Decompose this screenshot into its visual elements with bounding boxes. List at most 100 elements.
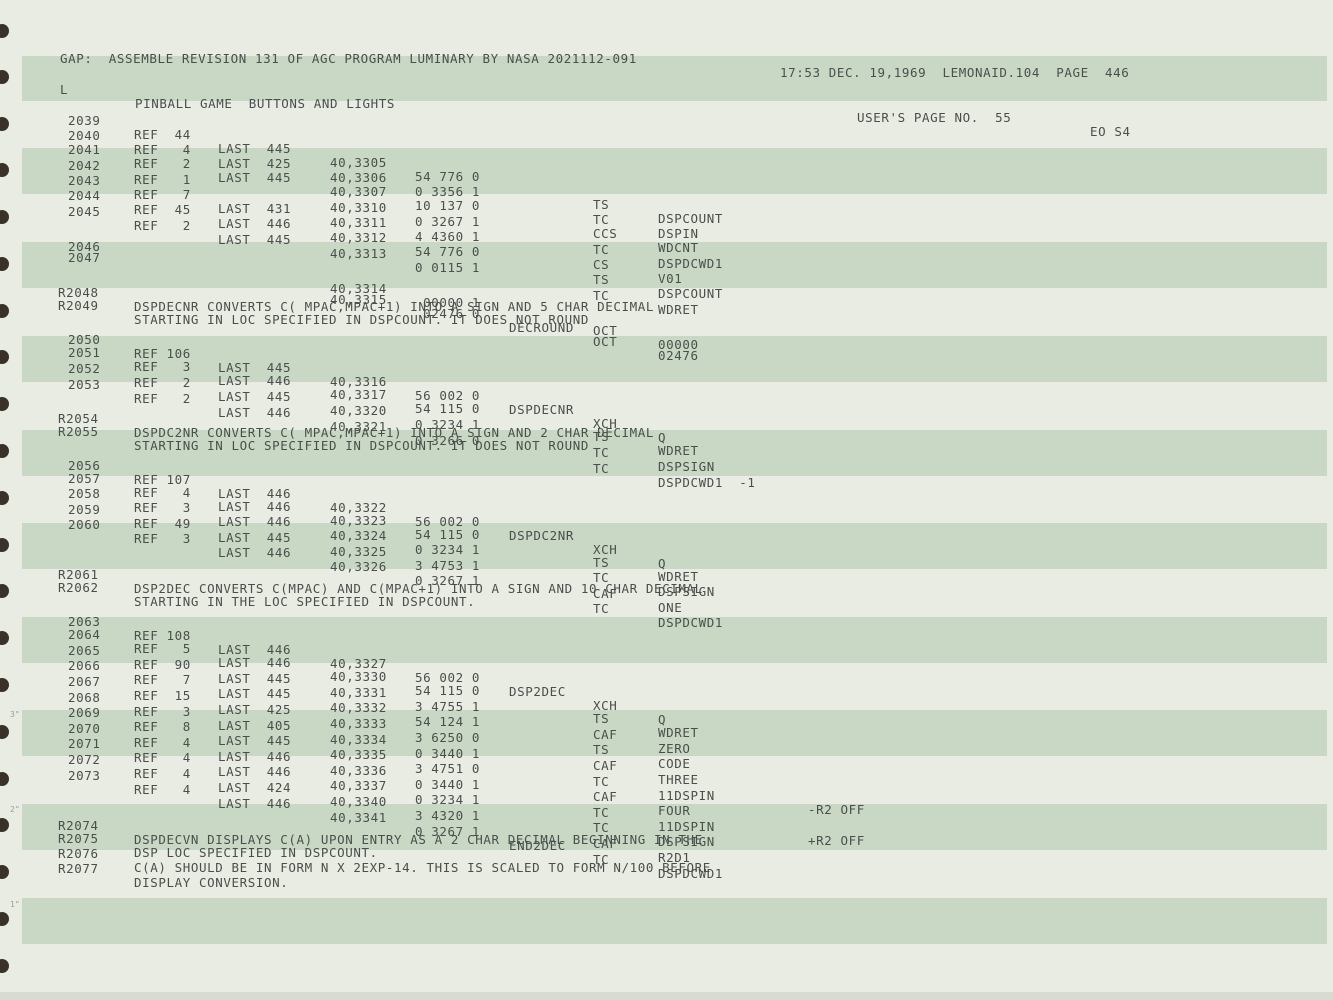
octal-word: 4 4360 1 xyxy=(415,229,481,244)
opcode: TS xyxy=(593,197,610,212)
ref-count: REF 15 xyxy=(134,688,191,703)
operand: DSPSIGN xyxy=(658,459,715,474)
ref-count: REF 4 xyxy=(134,142,191,157)
opcode: TC xyxy=(593,242,610,257)
octal-word: 54 115 0 xyxy=(415,683,481,698)
remark-text: DISPLAY CONVERSION. xyxy=(134,875,289,890)
last-ref: LAST 445 xyxy=(218,686,292,701)
feed-hole xyxy=(0,912,9,926)
line-number: 2072 xyxy=(68,752,101,767)
symbol-label: DSPDECNR xyxy=(509,402,575,417)
address: 40,3340 xyxy=(330,794,387,809)
line-number: 2039 xyxy=(68,113,101,128)
line-number: 2060 xyxy=(68,517,101,532)
address: 40,3326 xyxy=(330,559,387,574)
address: 40,3305 xyxy=(330,155,387,170)
line-number: 2040 xyxy=(68,128,101,143)
line-number: 2059 xyxy=(68,502,101,517)
octal-word: 3 6250 0 xyxy=(415,730,481,745)
ref-count: REF 3 xyxy=(134,531,191,546)
last-ref: LAST 445 xyxy=(218,733,292,748)
line-number: 2065 xyxy=(68,643,101,658)
octal-word: 54 115 0 xyxy=(415,527,481,542)
operand: V01 xyxy=(658,271,683,286)
ref-count: REF 44 xyxy=(134,127,191,142)
line-number: 2043 xyxy=(68,173,101,188)
address: 40,3323 xyxy=(330,513,387,528)
line-number: 2041 xyxy=(68,142,101,157)
last-ref: LAST 424 xyxy=(218,780,292,795)
last-ref: LAST 445 xyxy=(218,530,292,545)
last-ref: LAST 445 xyxy=(218,389,292,404)
opcode: TC xyxy=(593,805,610,820)
line-number: 2053 xyxy=(68,377,101,392)
operand: THREE xyxy=(658,772,699,787)
ref-count: REF 7 xyxy=(134,672,191,687)
octal-word: 0 3440 1 xyxy=(415,777,481,792)
operand: DSPIN xyxy=(658,226,699,241)
line-number: 2064 xyxy=(68,627,101,642)
line-number: 2057 xyxy=(68,471,101,486)
line-number: 2051 xyxy=(68,345,101,360)
last-ref: LAST 405 xyxy=(218,718,292,733)
line-number: 2067 xyxy=(68,674,101,689)
line-number: 2071 xyxy=(68,736,101,751)
opcode: TC xyxy=(593,461,610,476)
subheader-code: EO S4 xyxy=(1090,124,1131,139)
opcode: CCS xyxy=(593,226,618,241)
last-ref: LAST 445 xyxy=(218,232,292,247)
octal-word: 10 137 0 xyxy=(415,198,481,213)
operand: ONE xyxy=(658,600,683,615)
operand: WDRET xyxy=(658,725,699,740)
opcode: TC xyxy=(593,445,610,460)
operand: WDRET xyxy=(658,302,699,317)
ref-count: REF 49 xyxy=(134,516,191,531)
address: 40,3313 xyxy=(330,246,387,261)
opcode: TS xyxy=(593,555,610,570)
line-number: 2069 xyxy=(68,705,101,720)
octal-word: 3 4751 0 xyxy=(415,761,481,776)
line-number: 2058 xyxy=(68,486,101,501)
address: 40,3306 xyxy=(330,170,387,185)
operand: DSPDCWD1 -1 xyxy=(658,475,756,490)
paper-band xyxy=(22,898,1327,944)
line-number: 2042 xyxy=(68,158,101,173)
ref-count: REF 1 xyxy=(134,172,191,187)
ref-count: REF 4 xyxy=(134,782,191,797)
comment: +R2 OFF xyxy=(808,833,865,848)
users-page-label: USER'S PAGE NO. 55 xyxy=(857,110,1012,125)
ref-count: REF 5 xyxy=(134,641,191,656)
last-ref: LAST 425 xyxy=(218,702,292,717)
line-number: 2052 xyxy=(68,361,101,376)
operand: FOUR xyxy=(658,803,691,818)
remark-line: R2077 DISPLAY CONVERSION. xyxy=(0,848,288,904)
ref-count: REF 4 xyxy=(134,485,191,500)
last-ref: LAST 446 xyxy=(218,655,292,670)
last-ref: LAST 446 xyxy=(218,749,292,764)
opcode: TC xyxy=(593,774,610,789)
address: 40,3307 xyxy=(330,184,387,199)
opcode: TS xyxy=(593,272,610,287)
remark-text: C(A) SHOULD BE IN FORM N X 2EXP-14. THIS… xyxy=(134,860,711,875)
address: 40,3312 xyxy=(330,230,387,245)
opcode: TS xyxy=(593,711,610,726)
last-ref: LAST 446 xyxy=(218,514,292,529)
remark-text: STARTING IN LOC SPECIFIED IN DSPCOUNT. I… xyxy=(134,312,590,327)
line-number: 2044 xyxy=(68,188,101,203)
opcode: CAF xyxy=(593,758,618,773)
header-left: GAP: ASSEMBLE REVISION 131 OF AGC PROGRA… xyxy=(60,51,637,66)
address: 40,3310 xyxy=(330,200,387,215)
opcode: TC xyxy=(593,212,610,227)
remark-number: R2076 xyxy=(58,846,99,861)
octal-word: 0 3234 1 xyxy=(415,792,481,807)
last-ref: LAST 446 xyxy=(218,405,292,420)
address: 40,3334 xyxy=(330,732,387,747)
ref-count: REF 4 xyxy=(134,750,191,765)
octal-word: 54 124 1 xyxy=(415,714,481,729)
octal-word: 0 3267 1 xyxy=(415,214,481,229)
address: 40,3320 xyxy=(330,403,387,418)
last-ref: LAST 431 xyxy=(218,201,292,216)
octal-word: 3 4320 1 xyxy=(415,808,481,823)
octal-word: 0 3440 1 xyxy=(415,746,481,761)
last-ref: LAST 446 xyxy=(218,764,292,779)
